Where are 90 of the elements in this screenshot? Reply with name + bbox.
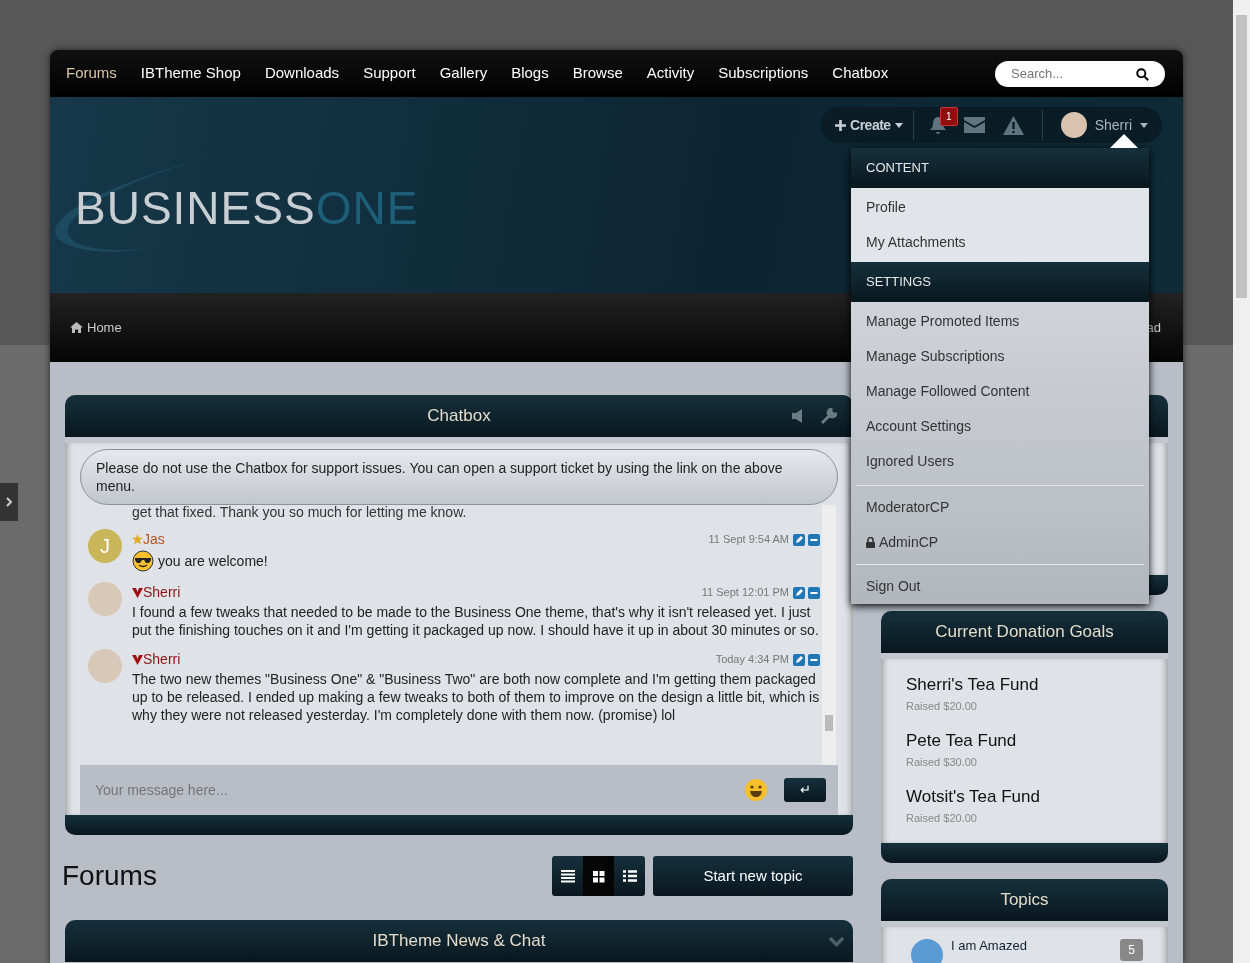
table-icon <box>622 869 637 883</box>
grid-icon <box>591 869 606 883</box>
notification-count: 1 <box>940 107 958 126</box>
menu-item[interactable]: Manage Promoted Items <box>851 304 1149 339</box>
envelope-icon[interactable] <box>963 117 985 133</box>
page-scrollbar[interactable] <box>1233 0 1250 963</box>
list-icon <box>560 869 575 883</box>
goal-amount: Raised $20.00 <box>906 698 978 714</box>
menu-section-heading: CONTENT <box>851 148 1149 188</box>
nav-link[interactable]: Chatbox <box>820 62 901 85</box>
delete-icon[interactable] <box>808 533 820 546</box>
timestamp: 11 Sept 12:01 PM <box>701 585 789 601</box>
panel-title: Chatbox <box>427 405 491 428</box>
avatar <box>911 939 943 963</box>
chat-message-text: you are welcome! <box>158 552 268 570</box>
warning-icon[interactable] <box>1002 115 1024 135</box>
goal-name[interactable]: Wotsit's Tea Fund <box>906 784 1143 810</box>
chevron-right-icon <box>5 497 13 507</box>
avatar <box>88 649 122 683</box>
list-view-button[interactable] <box>552 856 583 896</box>
panel-title: Topics <box>1000 889 1049 912</box>
smiley-icon[interactable] <box>744 778 768 802</box>
lock-icon <box>866 537 875 548</box>
search-icon <box>1136 67 1149 81</box>
shield-icon <box>132 654 143 665</box>
menu-item[interactable]: Profile <box>851 190 1149 225</box>
user-menu-toggle[interactable]: Sherri <box>1060 112 1148 138</box>
nav-link[interactable]: Forums <box>54 62 129 85</box>
speaker-icon[interactable] <box>792 409 804 423</box>
notice-message: Please do not use the Chatbox for support issues. You can open a support ticket by using the link on the above menu. <box>80 449 838 505</box>
edit-icon[interactable] <box>793 533 805 546</box>
edit-icon[interactable] <box>793 586 805 599</box>
chat-username[interactable]: Sherri <box>132 649 181 670</box>
star-icon <box>132 534 143 545</box>
grid-view-button[interactable] <box>583 856 614 896</box>
wrench-icon[interactable] <box>820 407 837 425</box>
table-view-button[interactable] <box>614 856 645 896</box>
nav-link[interactable]: Support <box>351 62 428 85</box>
search-field[interactable]: Search... <box>995 60 1165 87</box>
caret-icon <box>894 122 903 128</box>
avatar: J <box>88 529 122 563</box>
goal-amount: Raised $30.00 <box>906 754 978 770</box>
nav-link[interactable]: Subscriptions <box>706 62 821 85</box>
new-topic-button[interactable]: Start new topic <box>653 856 853 896</box>
goal-name[interactable]: Pete Tea Fund <box>906 728 1143 754</box>
nav-link[interactable]: Browse <box>560 62 635 85</box>
reply-count: 5 <box>1120 939 1143 961</box>
nav-link[interactable]: IBTheme Shop <box>128 62 253 85</box>
send-button[interactable]: ↵ <box>784 778 826 802</box>
nav-link[interactable]: Blogs <box>499 62 561 85</box>
chat-username[interactable]: Jas <box>132 529 165 550</box>
nav-link[interactable]: Downloads <box>252 62 352 85</box>
chat-message-text: I found a few tweaks that needed to be made to the Business One theme, that's why it isn't released yet. I just put the finishing touches on it and I'm getting it packaged up now. I should have it up in about 30 minutes or so. <box>132 603 820 639</box>
edit-icon[interactable] <box>793 653 805 666</box>
delete-icon[interactable] <box>808 586 820 599</box>
goal-name[interactable]: Sherri's Tea Fund <box>906 672 1143 698</box>
menu-item[interactable]: Ignored Users <box>851 444 1149 479</box>
goal-amount: Raised $20.00 <box>906 810 978 826</box>
menu-item[interactable]: AdminCP <box>851 525 1149 560</box>
timestamp: 11 Sept 9:54 AM <box>708 532 789 548</box>
caret-icon <box>1140 122 1148 128</box>
category-title[interactable]: IBTheme News & Chat <box>372 928 546 954</box>
nav-link[interactable]: Gallery <box>427 62 500 85</box>
chat-message-text: get that fixed. Thank you so much for letting me know. <box>131 505 468 519</box>
menu-section-heading: SETTINGS <box>851 262 1149 302</box>
create-button[interactable]: Create <box>835 114 903 136</box>
chat-username[interactable]: Sherri <box>132 582 181 603</box>
delete-icon[interactable] <box>808 653 820 666</box>
panel-title: Current Donation Goals <box>935 621 1114 644</box>
menu-item[interactable]: Sign Out <box>851 569 1149 604</box>
menu-item[interactable]: ModeratorCP <box>851 490 1149 525</box>
sidebar-toggle-button[interactable] <box>0 483 18 521</box>
avatar <box>88 582 122 616</box>
logo-text: BUSINESSONE <box>75 185 419 231</box>
nav-link[interactable]: Activity <box>634 62 707 85</box>
menu-item[interactable]: Manage Followed Content <box>851 374 1149 409</box>
chat-message-text: The two new themes "Business One" & "Business Two" are both now complete and I'm getting them packaged up to be released. I ended up making a few tweaks to both of them to improve on the design a little bit, which is why they were not released yesterday. I'm completely done with them now. (promise) lol <box>132 670 820 724</box>
topic-title[interactable]: I am Amazed <box>951 939 1113 952</box>
menu-item[interactable]: My Attachments <box>851 225 1149 260</box>
timestamp: Today 4:34 PM <box>715 652 789 668</box>
menu-item[interactable]: Account Settings <box>851 409 1149 444</box>
plus-icon <box>835 119 847 131</box>
menu-item[interactable]: Manage Subscriptions <box>851 339 1149 374</box>
page-title: Forums <box>62 859 158 893</box>
breadcrumb-link[interactable]: Home <box>70 317 122 338</box>
shield-icon <box>132 587 143 598</box>
house-icon <box>70 322 83 333</box>
chevron-down-icon[interactable] <box>828 936 845 947</box>
scrollbar[interactable] <box>822 505 836 765</box>
avatar <box>1060 112 1087 138</box>
